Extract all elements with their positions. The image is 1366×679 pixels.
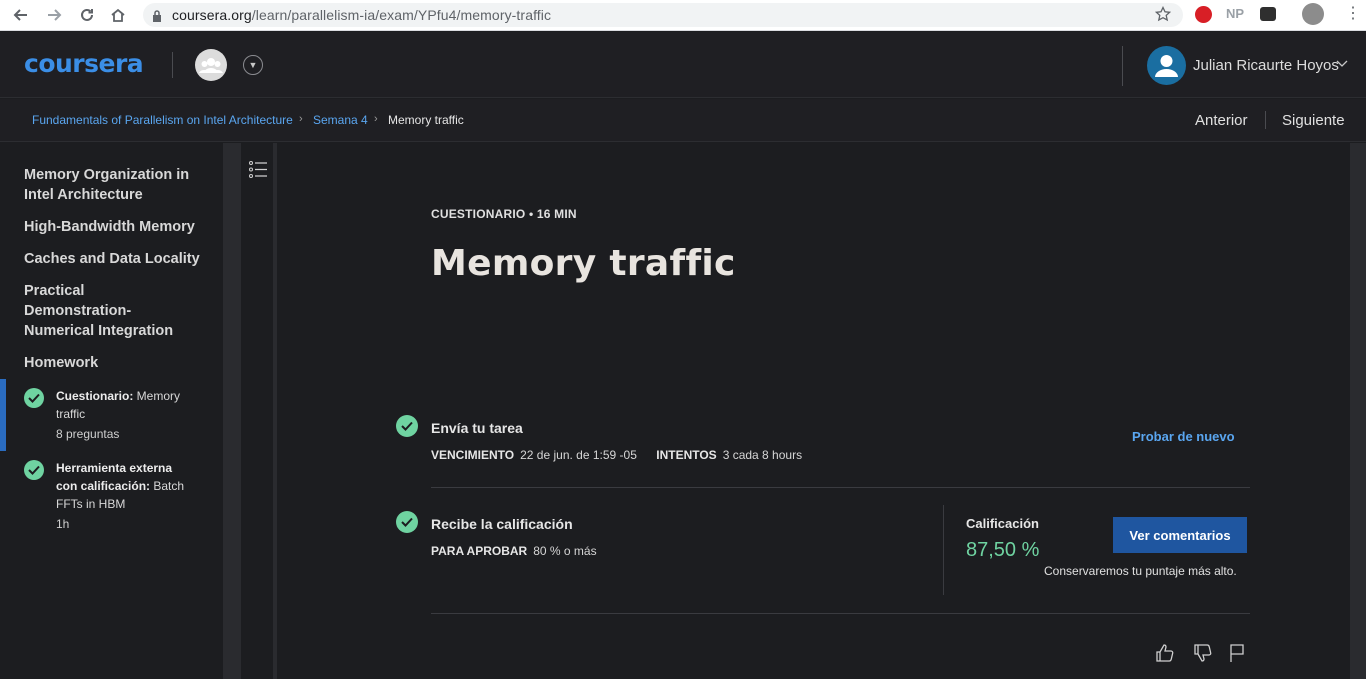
group-icon[interactable] — [195, 49, 227, 81]
breadcrumb-week[interactable]: Semana 4 — [313, 113, 368, 127]
header-divider — [172, 52, 173, 78]
grade-step-title: Recibe la calificación — [431, 516, 573, 532]
section-divider — [431, 487, 1250, 488]
sidebar-heading-practical-demo[interactable]: Practical Demonstration-Numerical Integr… — [24, 281, 189, 341]
grade-divider — [943, 505, 944, 595]
flag-icon[interactable] — [1226, 642, 1248, 664]
browser-toolbar: coursera.org/learn/parallelism-ia/exam/Y… — [0, 0, 1366, 31]
chevron-down-icon[interactable]: ▼ — [243, 55, 263, 75]
forward-arrow-icon[interactable] — [42, 3, 66, 27]
pager-divider — [1265, 111, 1266, 129]
user-menu-chevron-icon[interactable] — [1336, 57, 1348, 71]
sidebar-heading-caches[interactable]: Caches and Data Locality — [24, 249, 214, 269]
previous-link[interactable]: Anterior — [1195, 112, 1248, 129]
user-avatar[interactable] — [1147, 46, 1186, 85]
submit-step-title: Envía tu tarea — [431, 420, 523, 436]
course-sidebar: Memory Organization in Intel Architectur… — [0, 143, 223, 679]
sidebar-item-memory-traffic[interactable]: Cuestionario: Memory traffic 8 preguntas — [0, 379, 223, 451]
site-header: coursera ▼ Julian Ricaurte Hoyos — [0, 32, 1366, 98]
grade-value: 87,50 % — [966, 539, 1040, 561]
next-link[interactable]: Siguiente — [1282, 112, 1345, 129]
thumbs-down-icon[interactable] — [1192, 642, 1214, 664]
pass-label: PARA APROBAR — [431, 544, 528, 558]
coursera-logo[interactable]: coursera — [24, 49, 144, 78]
np-extension-icon[interactable]: NP — [1226, 6, 1244, 21]
sidebar-item-batch-ffts[interactable]: Herramienta externa con calificación: Ba… — [0, 451, 223, 541]
breadcrumb-course[interactable]: Fundamentals of Parallelism on Intel Arc… — [32, 113, 293, 127]
view-feedback-button[interactable]: Ver comentarios — [1113, 517, 1247, 553]
completed-check-icon — [24, 388, 44, 408]
section-divider — [431, 613, 1250, 614]
grade-complete-check-icon — [396, 511, 418, 533]
sidebar-scrollbar[interactable] — [223, 143, 241, 679]
submit-step-meta: VENCIMIENTO 22 de jun. de 1:59 -05 INTENT… — [431, 448, 802, 462]
sidebar-item-meta: 1h — [56, 517, 70, 531]
breadcrumb-separator-icon: › — [374, 113, 378, 125]
attempts-value: 3 cada 8 hours — [722, 448, 803, 462]
toc-rail — [241, 143, 277, 679]
header-divider-right — [1122, 46, 1123, 86]
breadcrumb-separator-icon: › — [299, 113, 303, 125]
lock-icon — [152, 9, 162, 27]
ninja-extension-icon[interactable] — [1260, 7, 1276, 21]
bookmark-star-icon[interactable] — [1154, 5, 1172, 27]
adblock-extension-icon[interactable] — [1195, 6, 1212, 23]
breadcrumb-current: Memory traffic — [388, 113, 464, 127]
url-text: coursera.org/learn/parallelism-ia/exam/Y… — [172, 7, 551, 23]
sidebar-heading-homework[interactable]: Homework — [24, 353, 214, 373]
active-indicator — [0, 379, 6, 451]
profile-avatar-icon[interactable] — [1302, 3, 1324, 25]
reload-icon[interactable] — [75, 3, 99, 27]
user-name[interactable]: Julian Ricaurte Hoyos — [1193, 57, 1339, 74]
sidebar-item-label: Herramienta externa con calificación: Ba… — [56, 459, 196, 513]
browser-menu-icon[interactable]: ⋮ — [1345, 6, 1361, 22]
sidebar-heading-hbm[interactable]: High-Bandwidth Memory — [24, 217, 214, 237]
breadcrumb: Fundamentals of Parallelism on Intel Arc… — [0, 99, 1366, 142]
completed-check-icon — [24, 460, 44, 480]
due-value: 22 de jun. de 1:59 -05 — [520, 448, 637, 462]
back-arrow-icon[interactable] — [9, 3, 33, 27]
page-title: Memory traffic — [431, 243, 736, 284]
url-domain: coursera.org — [172, 7, 252, 23]
table-of-contents-icon[interactable] — [249, 161, 267, 183]
sidebar-heading-memory-organization[interactable]: Memory Organization in Intel Architectur… — [24, 165, 214, 205]
sidebar-item-label: Cuestionario: Memory traffic — [56, 387, 206, 423]
main-content: CUESTIONARIO • 16 MIN Memory traffic Env… — [282, 143, 1350, 679]
url-path: /learn/parallelism-ia/exam/YPfu4/memory-… — [251, 7, 552, 23]
pass-value: 80 % o más — [533, 544, 597, 558]
retry-link[interactable]: Probar de nuevo — [1132, 429, 1235, 444]
thumbs-up-icon[interactable] — [1154, 642, 1176, 664]
item-kind: Cuestionario: — [56, 389, 134, 403]
grade-label: Calificación — [966, 516, 1039, 531]
item-eyebrow: CUESTIONARIO • 16 MIN — [431, 207, 577, 221]
sidebar-item-meta: 8 preguntas — [56, 427, 120, 441]
due-label: VENCIMIENTO — [431, 448, 515, 462]
attempts-label: INTENTOS — [656, 448, 717, 462]
grade-step-meta: PARA APROBAR 80 % o más — [431, 544, 597, 558]
home-icon[interactable] — [106, 3, 130, 27]
main-scrollbar[interactable] — [1350, 143, 1366, 679]
grade-note: Conservaremos tu puntaje más alto. — [1044, 564, 1237, 578]
submit-complete-check-icon — [396, 415, 418, 437]
